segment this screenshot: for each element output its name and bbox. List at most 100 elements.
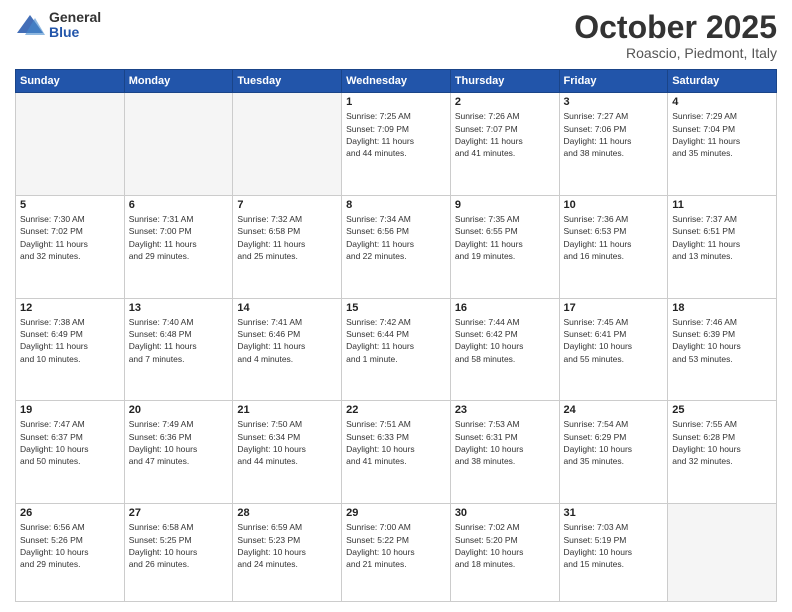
day-info: Sunrise: 7:49 AM Sunset: 6:36 PM Dayligh…: [129, 418, 229, 467]
day-number: 25: [672, 404, 772, 416]
calendar-cell: 13 Sunrise: 7:40 AM Sunset: 6:48 PM Dayli…: [124, 298, 233, 401]
calendar-cell: 30Sunrise: 7:02 AM Sunset: 5:20 PM Dayli…: [450, 504, 559, 602]
page-header: General Blue October 2025 Roascio, Piedm…: [15, 10, 777, 61]
calendar-week-4: 19 Sunrise: 7:47 AM Sunset: 6:37 PM Dayli…: [16, 401, 777, 504]
calendar-cell: 31Sunrise: 7:03 AM Sunset: 5:19 PM Dayli…: [559, 504, 668, 602]
day-number: 15: [346, 302, 446, 314]
calendar-cell: 24 Sunrise: 7:54 AM Sunset: 6:29 PM Dayli…: [559, 401, 668, 504]
calendar-cell: [124, 93, 233, 196]
day-info: Sunrise: 7:46 AM Sunset: 6:39 PM Dayligh…: [672, 316, 772, 365]
calendar-cell: 11 Sunrise: 7:37 AM Sunset: 6:51 PM Dayli…: [668, 195, 777, 298]
calendar-cell: 4 Sunrise: 7:29 AM Sunset: 7:04 PM Daylig…: [668, 93, 777, 196]
day-info: Sunrise: 7:44 AM Sunset: 6:42 PM Dayligh…: [455, 316, 555, 365]
day-number: 12: [20, 302, 120, 314]
day-number: 27: [129, 507, 229, 519]
logo-general: General: [49, 10, 101, 25]
day-info: Sunrise: 7:45 AM Sunset: 6:41 PM Dayligh…: [564, 316, 664, 365]
day-number: 4: [672, 96, 772, 108]
calendar-cell: 18 Sunrise: 7:46 AM Sunset: 6:39 PM Dayli…: [668, 298, 777, 401]
day-info: Sunrise: 7:51 AM Sunset: 6:33 PM Dayligh…: [346, 418, 446, 467]
logo-icon: [15, 13, 45, 38]
calendar-week-3: 12Sunrise: 7:38 AM Sunset: 6:49 PM Dayli…: [16, 298, 777, 401]
calendar-table: Sunday Monday Tuesday Wednesday Thursday…: [15, 69, 777, 602]
day-info: Sunrise: 7:35 AM Sunset: 6:55 PM Dayligh…: [455, 213, 555, 262]
day-number: 6: [129, 199, 229, 211]
day-info: Sunrise: 7:41 AM Sunset: 6:46 PM Dayligh…: [237, 316, 337, 365]
day-info: Sunrise: 7:26 AM Sunset: 7:07 PM Dayligh…: [455, 110, 555, 159]
calendar-week-1: 1Sunrise: 7:25 AM Sunset: 7:09 PM Daylig…: [16, 93, 777, 196]
day-info: Sunrise: 7:03 AM Sunset: 5:19 PM Dayligh…: [564, 521, 664, 570]
calendar-cell: 2Sunrise: 7:26 AM Sunset: 7:07 PM Daylig…: [450, 93, 559, 196]
day-number: 7: [237, 199, 337, 211]
day-number: 28: [237, 507, 337, 519]
calendar-week-5: 26 Sunrise: 6:56 AM Sunset: 5:26 PM Dayli…: [16, 504, 777, 602]
day-info: Sunrise: 7:55 AM Sunset: 6:28 PM Dayligh…: [672, 418, 772, 467]
day-number: 5: [20, 199, 120, 211]
day-number: 16: [455, 302, 555, 314]
day-number: 20: [129, 404, 229, 416]
calendar-cell: 14 Sunrise: 7:41 AM Sunset: 6:46 PM Dayli…: [233, 298, 342, 401]
day-info: Sunrise: 7:40 AM Sunset: 6:48 PM Dayligh…: [129, 316, 229, 365]
day-info: Sunrise: 7:42 AM Sunset: 6:44 PM Dayligh…: [346, 316, 446, 365]
calendar-cell: 10 Sunrise: 7:36 AM Sunset: 6:53 PM Dayli…: [559, 195, 668, 298]
calendar-cell: 8Sunrise: 7:34 AM Sunset: 6:56 PM Daylig…: [342, 195, 451, 298]
day-info: Sunrise: 7:29 AM Sunset: 7:04 PM Dayligh…: [672, 110, 772, 159]
logo: General Blue: [15, 10, 101, 41]
day-number: 10: [564, 199, 664, 211]
day-info: Sunrise: 7:54 AM Sunset: 6:29 PM Dayligh…: [564, 418, 664, 467]
day-info: Sunrise: 7:37 AM Sunset: 6:51 PM Dayligh…: [672, 213, 772, 262]
calendar-cell: 15 Sunrise: 7:42 AM Sunset: 6:44 PM Dayli…: [342, 298, 451, 401]
month-title: October 2025: [574, 10, 777, 45]
day-info: Sunrise: 7:31 AM Sunset: 7:00 PM Dayligh…: [129, 213, 229, 262]
calendar-cell: 25 Sunrise: 7:55 AM Sunset: 6:28 PM Dayli…: [668, 401, 777, 504]
day-number: 9: [455, 199, 555, 211]
day-info: Sunrise: 7:30 AM Sunset: 7:02 PM Dayligh…: [20, 213, 120, 262]
calendar-cell: 26 Sunrise: 6:56 AM Sunset: 5:26 PM Dayli…: [16, 504, 125, 602]
day-number: 17: [564, 302, 664, 314]
calendar-cell: [233, 93, 342, 196]
calendar-cell: 3 Sunrise: 7:27 AM Sunset: 7:06 PM Daylig…: [559, 93, 668, 196]
day-info: Sunrise: 7:27 AM Sunset: 7:06 PM Dayligh…: [564, 110, 664, 159]
logo-blue: Blue: [49, 25, 101, 40]
logo-text: General Blue: [49, 10, 101, 41]
day-number: 13: [129, 302, 229, 314]
day-info: Sunrise: 7:02 AM Sunset: 5:20 PM Dayligh…: [455, 521, 555, 570]
calendar-cell: 9 Sunrise: 7:35 AM Sunset: 6:55 PM Daylig…: [450, 195, 559, 298]
calendar-cell: 17 Sunrise: 7:45 AM Sunset: 6:41 PM Dayli…: [559, 298, 668, 401]
day-info: Sunrise: 7:00 AM Sunset: 5:22 PM Dayligh…: [346, 521, 446, 570]
calendar-cell: 22 Sunrise: 7:51 AM Sunset: 6:33 PM Dayli…: [342, 401, 451, 504]
day-info: Sunrise: 6:59 AM Sunset: 5:23 PM Dayligh…: [237, 521, 337, 570]
day-number: 18: [672, 302, 772, 314]
calendar-cell: 1Sunrise: 7:25 AM Sunset: 7:09 PM Daylig…: [342, 93, 451, 196]
day-number: 3: [564, 96, 664, 108]
day-info: Sunrise: 7:36 AM Sunset: 6:53 PM Dayligh…: [564, 213, 664, 262]
header-monday: Monday: [124, 70, 233, 93]
title-block: October 2025 Roascio, Piedmont, Italy: [574, 10, 777, 61]
calendar-cell: 23 Sunrise: 7:53 AM Sunset: 6:31 PM Dayli…: [450, 401, 559, 504]
day-info: Sunrise: 7:25 AM Sunset: 7:09 PM Dayligh…: [346, 110, 446, 159]
weekday-header-row: Sunday Monday Tuesday Wednesday Thursday…: [16, 70, 777, 93]
calendar-cell: 29Sunrise: 7:00 AM Sunset: 5:22 PM Dayli…: [342, 504, 451, 602]
header-wednesday: Wednesday: [342, 70, 451, 93]
day-info: Sunrise: 6:56 AM Sunset: 5:26 PM Dayligh…: [20, 521, 120, 570]
header-thursday: Thursday: [450, 70, 559, 93]
day-info: Sunrise: 6:58 AM Sunset: 5:25 PM Dayligh…: [129, 521, 229, 570]
day-info: Sunrise: 7:47 AM Sunset: 6:37 PM Dayligh…: [20, 418, 120, 467]
day-number: 21: [237, 404, 337, 416]
calendar-cell: 27 Sunrise: 6:58 AM Sunset: 5:25 PM Dayli…: [124, 504, 233, 602]
day-number: 23: [455, 404, 555, 416]
header-saturday: Saturday: [668, 70, 777, 93]
calendar-cell: 21 Sunrise: 7:50 AM Sunset: 6:34 PM Dayli…: [233, 401, 342, 504]
day-number: 22: [346, 404, 446, 416]
day-number: 24: [564, 404, 664, 416]
header-sunday: Sunday: [16, 70, 125, 93]
day-info: Sunrise: 7:53 AM Sunset: 6:31 PM Dayligh…: [455, 418, 555, 467]
calendar-cell: 20 Sunrise: 7:49 AM Sunset: 6:36 PM Dayli…: [124, 401, 233, 504]
calendar-week-2: 5 Sunrise: 7:30 AM Sunset: 7:02 PM Daylig…: [16, 195, 777, 298]
day-number: 14: [237, 302, 337, 314]
calendar-cell: 5 Sunrise: 7:30 AM Sunset: 7:02 PM Daylig…: [16, 195, 125, 298]
day-number: 26: [20, 507, 120, 519]
day-number: 19: [20, 404, 120, 416]
day-number: 11: [672, 199, 772, 211]
day-info: Sunrise: 7:50 AM Sunset: 6:34 PM Dayligh…: [237, 418, 337, 467]
